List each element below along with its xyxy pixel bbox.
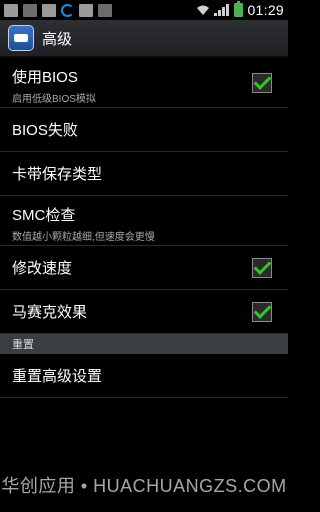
speed-hack-checkbox[interactable] [252, 257, 272, 278]
flag-icon [23, 3, 37, 17]
pref-use-bios[interactable]: 使用BIOS 启用低级BIOS模拟 [0, 58, 288, 108]
pref-reset-advanced[interactable]: 重置高级设置 [0, 354, 288, 398]
pref-title: 马赛克效果 [12, 304, 88, 321]
clock: 01:29 [247, 2, 284, 18]
pref-speed-hack[interactable]: 修改速度 [0, 246, 288, 290]
pref-title: 卡带保存类型 [12, 166, 103, 183]
pref-mosaic-effect[interactable]: 马赛克效果 [0, 290, 288, 334]
category-header: 重置 [0, 334, 288, 354]
pref-title: 修改速度 [12, 260, 73, 277]
preference-list: 使用BIOS 启用低级BIOS模拟 BIOS失败 卡带保存类型 SMC检查 数值… [0, 58, 288, 398]
page-title: 高级 [42, 30, 73, 48]
gallery-icon [42, 3, 56, 17]
pref-title: 重置高级设置 [12, 368, 103, 385]
pref-title: 使用BIOS [12, 69, 78, 86]
system-icons: 01:29 [196, 0, 284, 20]
battery-icon [234, 1, 244, 17]
sync-icon [61, 3, 74, 17]
mosaic-effect-checkbox[interactable] [252, 301, 272, 322]
pref-summary: 启用低级BIOS模拟 [12, 94, 96, 105]
notification-icons [4, 3, 112, 17]
app-icon[interactable] [8, 25, 34, 51]
pref-summary: 数值越小颗粒越细,但速度会更慢 [12, 232, 155, 243]
pref-cartridge-save-type[interactable]: 卡带保存类型 [0, 152, 288, 196]
pref-bios-failure[interactable]: BIOS失败 [0, 108, 288, 152]
watermark: 华创应用 • HUACHUANGZS.COM [1, 476, 287, 496]
pref-title: BIOS失败 [12, 122, 78, 139]
action-bar: 高级 [0, 20, 288, 58]
status-bar: 01:29 [0, 0, 288, 20]
use-bios-checkbox[interactable] [252, 72, 272, 93]
signal-icon [214, 4, 230, 16]
gallery-icon [79, 3, 93, 17]
sd-card-icon [98, 3, 112, 17]
pref-smc-check[interactable]: SMC检查 数值越小颗粒越细,但速度会更慢 [0, 196, 288, 246]
gallery-icon [4, 3, 18, 17]
pref-title: SMC检查 [12, 207, 76, 224]
wifi-icon [197, 5, 210, 15]
